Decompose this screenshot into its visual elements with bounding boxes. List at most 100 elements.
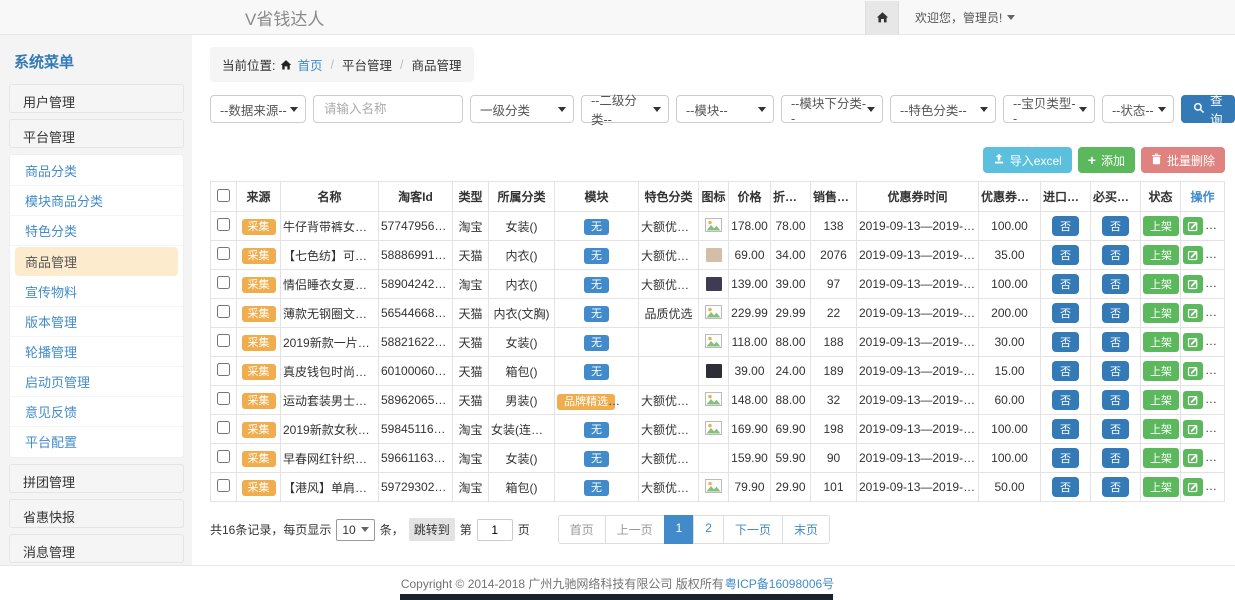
row-checkbox[interactable] xyxy=(217,218,230,231)
row-checkbox[interactable] xyxy=(217,334,230,347)
pagination-button[interactable]: 2 xyxy=(693,515,724,544)
module-subcategory-select[interactable]: --模块下分类-- xyxy=(781,95,883,123)
level2-category-select[interactable]: --二级分类-- xyxy=(581,95,669,123)
edit-button[interactable] xyxy=(1183,304,1203,322)
mustbuy-toggle-button[interactable]: 否 xyxy=(1102,303,1129,323)
edit-button[interactable] xyxy=(1183,333,1203,351)
edit-button[interactable] xyxy=(1183,362,1203,380)
name-input[interactable] xyxy=(313,95,463,123)
status-button[interactable]: 上架 xyxy=(1143,477,1179,497)
mustbuy-toggle-button[interactable]: 否 xyxy=(1102,419,1129,439)
mustbuy-toggle-button[interactable]: 否 xyxy=(1102,477,1129,497)
import-toggle-button[interactable]: 否 xyxy=(1052,216,1079,236)
edit-button[interactable] xyxy=(1183,391,1203,409)
row-checkbox[interactable] xyxy=(217,305,230,318)
mustbuy-toggle-button[interactable]: 否 xyxy=(1102,332,1129,352)
header-home-button[interactable] xyxy=(865,1,899,35)
breadcrumb-home-link[interactable]: 首页 xyxy=(297,55,322,74)
mustbuy-toggle-button[interactable]: 否 xyxy=(1102,274,1129,294)
price: 139.00 xyxy=(729,270,771,299)
import-toggle-button[interactable]: 否 xyxy=(1052,419,1079,439)
edit-button[interactable] xyxy=(1183,478,1203,496)
search-button[interactable]: 查询 xyxy=(1181,95,1235,123)
col-must-buy: 否 xyxy=(1091,415,1141,444)
status-button[interactable]: 上架 xyxy=(1143,361,1179,381)
module-select[interactable]: --模块-- xyxy=(676,95,774,123)
status-button[interactable]: 上架 xyxy=(1143,216,1179,236)
feature-category-select[interactable]: --特色分类-- xyxy=(890,95,996,123)
status-select[interactable]: --状态-- xyxy=(1102,95,1174,123)
sidebar-section[interactable]: 用户管理 xyxy=(9,84,184,113)
edit-button[interactable] xyxy=(1183,217,1203,235)
sidebar-item[interactable]: 版本管理 xyxy=(10,307,183,337)
sidebar-item[interactable]: 轮播管理 xyxy=(10,337,183,367)
source-badge: 采集 xyxy=(242,306,276,322)
sidebar-item[interactable]: 启动页管理 xyxy=(10,367,183,397)
pagination-button[interactable]: 上一页 xyxy=(605,515,665,544)
row-checkbox[interactable] xyxy=(217,450,230,463)
sidebar-item[interactable]: 特色分类 xyxy=(10,216,183,246)
pagination-button[interactable]: 下一页 xyxy=(723,515,783,544)
row-checkbox[interactable] xyxy=(217,276,230,289)
import-toggle-button[interactable]: 否 xyxy=(1052,332,1079,352)
column-header: 模块 xyxy=(555,182,639,212)
user-dropdown[interactable]: 欢迎您，管理员! xyxy=(915,9,1015,26)
import-toggle-button[interactable]: 否 xyxy=(1052,390,1079,410)
import-toggle-button[interactable]: 否 xyxy=(1052,245,1079,265)
row-checkbox[interactable] xyxy=(217,479,230,492)
import-excel-button[interactable]: 导入excel xyxy=(983,147,1072,173)
mustbuy-toggle-button[interactable]: 否 xyxy=(1102,448,1129,468)
status-button[interactable]: 上架 xyxy=(1143,448,1179,468)
sidebar-item[interactable]: 宣传物料 xyxy=(10,277,183,307)
row-checkbox[interactable] xyxy=(217,247,230,260)
sidebar-item[interactable]: 意见反馈 xyxy=(10,397,183,427)
column-header: 所属分类 xyxy=(489,182,555,212)
edit-button[interactable] xyxy=(1183,275,1203,293)
sidebar-section[interactable]: 消息管理 xyxy=(9,534,184,563)
status-button[interactable]: 上架 xyxy=(1143,303,1179,323)
mustbuy-toggle-button[interactable]: 否 xyxy=(1102,390,1129,410)
status-button[interactable]: 上架 xyxy=(1143,419,1179,439)
data-source-select[interactable]: --数据来源-- xyxy=(210,95,306,123)
sidebar-section[interactable]: 拼团管理 xyxy=(9,464,184,493)
pagination-button[interactable]: 首页 xyxy=(558,515,606,544)
add-button[interactable]: + 添加 xyxy=(1078,147,1135,173)
status-button[interactable]: 上架 xyxy=(1143,390,1179,410)
row-checkbox[interactable] xyxy=(217,363,230,376)
sidebar-item[interactable]: 商品分类 xyxy=(10,156,183,186)
page-number-input[interactable] xyxy=(477,519,513,541)
product-name: 真皮钱包时尚优雅女士... xyxy=(281,357,379,386)
import-toggle-button[interactable]: 否 xyxy=(1052,477,1079,497)
import-toggle-button[interactable]: 否 xyxy=(1052,448,1079,468)
import-toggle-button[interactable]: 否 xyxy=(1052,274,1079,294)
per-page-select[interactable]: 10 xyxy=(336,519,374,541)
batch-delete-button[interactable]: 批量删除 xyxy=(1141,147,1225,173)
edit-button[interactable] xyxy=(1183,246,1203,264)
select-all-checkbox[interactable] xyxy=(217,189,230,202)
status-button[interactable]: 上架 xyxy=(1143,332,1179,352)
jump-to-label: 跳转到 xyxy=(409,518,455,541)
item-type-select[interactable]: --宝贝类型-- xyxy=(1003,95,1095,123)
coupon-amount: 30.00 xyxy=(979,328,1041,357)
sidebar-section[interactable]: 平台管理 xyxy=(9,119,184,148)
mustbuy-toggle-button[interactable]: 否 xyxy=(1102,361,1129,381)
mustbuy-toggle-button[interactable]: 否 xyxy=(1102,216,1129,236)
mustbuy-toggle-button[interactable]: 否 xyxy=(1102,245,1129,265)
pagination-button[interactable]: 1 xyxy=(664,515,695,544)
level1-category-select[interactable]: 一级分类 xyxy=(470,95,574,123)
coupon-time: 2019-09-13—2019-09-20 xyxy=(857,357,979,386)
edit-button[interactable] xyxy=(1183,449,1203,467)
sidebar-item[interactable]: 模块商品分类 xyxy=(10,186,183,216)
sidebar-item[interactable]: 商品管理 xyxy=(15,247,178,276)
status-button[interactable]: 上架 xyxy=(1143,245,1179,265)
icp-link[interactable]: 粤ICP备16098006号 xyxy=(725,575,834,592)
pagination-button[interactable]: 末页 xyxy=(782,515,830,544)
import-toggle-button[interactable]: 否 xyxy=(1052,303,1079,323)
row-checkbox[interactable] xyxy=(217,392,230,405)
edit-button[interactable] xyxy=(1183,420,1203,438)
sidebar-section[interactable]: 省惠快报 xyxy=(9,499,184,528)
row-checkbox[interactable] xyxy=(217,421,230,434)
import-toggle-button[interactable]: 否 xyxy=(1052,361,1079,381)
status-button[interactable]: 上架 xyxy=(1143,274,1179,294)
sidebar-item[interactable]: 平台配置 xyxy=(10,427,183,456)
